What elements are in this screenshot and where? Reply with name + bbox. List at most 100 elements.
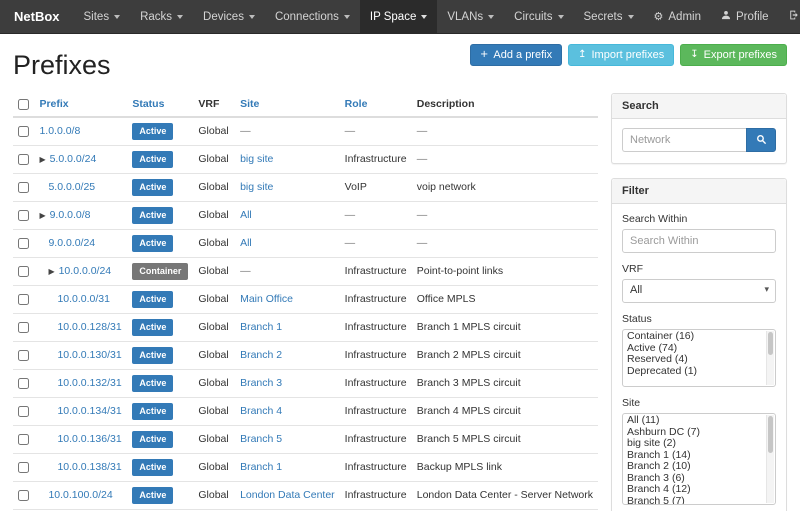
table-row: 10.0.0.136/31ActiveGlobalBranch 5Infrast…: [13, 426, 598, 454]
import-prefixes-button[interactable]: ↥ Import prefixes: [568, 44, 674, 66]
filter-option[interactable]: Container (16): [623, 331, 765, 343]
prefix-link[interactable]: 10.0.100.0/24: [48, 489, 112, 501]
site-link[interactable]: Branch 1: [240, 321, 282, 333]
site-link[interactable]: big site: [240, 181, 273, 193]
prefix-link[interactable]: 10.0.0.136/31: [57, 433, 121, 445]
prefix-table-container: Prefix Status VRF Site Role Description …: [13, 93, 598, 511]
nav-item-circuits[interactable]: Circuits: [504, 0, 573, 33]
vrf-cell: Global: [193, 146, 235, 174]
row-checkbox[interactable]: [18, 182, 29, 193]
status-filter-list[interactable]: Container (16)Active (74)Reserved (4)Dep…: [622, 329, 776, 387]
navbar-menu: SitesRacksDevicesConnectionsIP SpaceVLAN…: [74, 0, 644, 33]
export-prefixes-button[interactable]: ↧ Export prefixes: [680, 44, 787, 66]
prefix-link[interactable]: 1.0.0.0/8: [39, 125, 80, 137]
table-row: 10.0.0.132/31ActiveGlobalBranch 3Infrast…: [13, 370, 598, 398]
toolbar: + Add a prefix ↥ Import prefixes ↧ Expor…: [470, 44, 787, 66]
prefix-link[interactable]: 5.0.0.0/24: [50, 153, 97, 165]
filter-option[interactable]: Branch 3 (6): [623, 473, 765, 485]
row-checkbox[interactable]: [18, 462, 29, 473]
column-header-site[interactable]: Site: [235, 93, 340, 117]
filter-option[interactable]: Branch 2 (10): [623, 461, 765, 473]
status-badge: Active: [132, 375, 173, 392]
filter-option[interactable]: Branch 1 (14): [623, 450, 765, 462]
site-link[interactable]: big site: [240, 153, 273, 165]
site-link[interactable]: Branch 4: [240, 405, 282, 417]
filter-option[interactable]: Branch 5 (7): [623, 496, 765, 506]
row-checkbox[interactable]: [18, 210, 29, 221]
row-checkbox[interactable]: [18, 322, 29, 333]
row-checkbox[interactable]: [18, 490, 29, 501]
prefix-link[interactable]: 10.0.0.138/31: [57, 461, 121, 473]
import-prefixes-label: Import prefixes: [591, 49, 664, 61]
search-within-input[interactable]: [622, 229, 776, 253]
filter-option[interactable]: Active (74): [623, 343, 765, 355]
row-checkbox[interactable]: [18, 378, 29, 389]
filter-option[interactable]: Reserved (4): [623, 354, 765, 366]
nav-item-secrets[interactable]: Secrets: [574, 0, 644, 33]
prefix-link[interactable]: 9.0.0.0/24: [48, 237, 95, 249]
row-checkbox[interactable]: [18, 434, 29, 445]
prefix-link[interactable]: 10.0.0.0/24: [59, 265, 112, 277]
expand-children-icon[interactable]: ▶: [39, 155, 45, 164]
nav-item-label: Circuits: [514, 11, 552, 23]
row-checkbox[interactable]: [18, 154, 29, 165]
prefix-link[interactable]: 10.0.0.130/31: [57, 349, 121, 361]
nav-item-admin[interactable]: ⚙ Admin: [644, 0, 711, 33]
row-checkbox[interactable]: [18, 350, 29, 361]
filter-option[interactable]: Ashburn DC (7): [623, 427, 765, 439]
vrf-select[interactable]: All ▾: [622, 279, 776, 303]
site-link[interactable]: All: [240, 237, 252, 249]
table-row: ▶10.0.0.0/24ContainerGlobal—Infrastructu…: [13, 258, 598, 286]
site-filter-list[interactable]: All (11)Ashburn DC (7)big site (2)Branch…: [622, 413, 776, 505]
add-prefix-button[interactable]: + Add a prefix: [470, 44, 562, 66]
site-link[interactable]: London Data Center: [240, 489, 335, 501]
prefix-link[interactable]: 5.0.0.0/25: [48, 181, 95, 193]
row-checkbox[interactable]: [18, 294, 29, 305]
prefix-link[interactable]: 10.0.0.0/31: [57, 293, 110, 305]
row-checkbox[interactable]: [18, 406, 29, 417]
prefix-link[interactable]: 10.0.0.132/31: [57, 377, 121, 389]
prefix-link[interactable]: 10.0.0.128/31: [57, 321, 121, 333]
scrollbar[interactable]: [766, 415, 774, 503]
row-checkbox[interactable]: [18, 238, 29, 249]
nav-item-connections[interactable]: Connections: [265, 0, 360, 33]
expand-children-icon[interactable]: ▶: [48, 267, 54, 276]
nav-item-ip-space[interactable]: IP Space: [360, 0, 437, 33]
prefix-link[interactable]: 10.0.0.134/31: [57, 405, 121, 417]
expand-children-icon[interactable]: ▶: [39, 211, 45, 220]
nav-item-sites[interactable]: Sites: [74, 0, 131, 33]
column-header-status[interactable]: Status: [127, 93, 193, 117]
search-input[interactable]: [622, 128, 746, 152]
nav-item-logout[interactable]: Log out: [779, 0, 800, 33]
site-link[interactable]: Branch 3: [240, 377, 282, 389]
vrf-cell: Global: [193, 230, 235, 258]
filter-option[interactable]: All (11): [623, 415, 765, 427]
prefix-link[interactable]: 9.0.0.0/8: [50, 209, 91, 221]
column-header-role[interactable]: Role: [340, 93, 412, 117]
scrollbar[interactable]: [766, 331, 774, 385]
site-link[interactable]: Main Office: [240, 293, 293, 305]
nav-item-vlans[interactable]: VLANs: [437, 0, 504, 33]
column-header-prefix[interactable]: Prefix: [34, 93, 127, 117]
navbar-right: ⚙ Admin Profile Log out: [644, 0, 800, 33]
site-cell: —: [235, 117, 340, 146]
table-row: 10.0.0.134/31ActiveGlobalBranch 4Infrast…: [13, 398, 598, 426]
nav-item-devices[interactable]: Devices: [193, 0, 265, 33]
row-checkbox[interactable]: [18, 266, 29, 277]
site-link[interactable]: Branch 2: [240, 349, 282, 361]
description-cell: —: [412, 117, 598, 146]
filter-option[interactable]: big site (2): [623, 438, 765, 450]
nav-item-profile[interactable]: Profile: [711, 0, 779, 33]
nav-item-racks[interactable]: Racks: [130, 0, 193, 33]
filter-option[interactable]: Deprecated (1): [623, 366, 765, 378]
description-cell: Point-to-point links: [412, 258, 598, 286]
select-all-checkbox[interactable]: [18, 99, 29, 110]
search-button[interactable]: [746, 128, 776, 152]
filter-option[interactable]: Branch 4 (12): [623, 484, 765, 496]
site-link[interactable]: Branch 5: [240, 433, 282, 445]
site-link[interactable]: All: [240, 209, 252, 221]
role-cell: —: [340, 117, 412, 146]
site-link[interactable]: Branch 1: [240, 461, 282, 473]
navbar-brand[interactable]: NetBox: [0, 0, 74, 33]
row-checkbox[interactable]: [18, 126, 29, 137]
